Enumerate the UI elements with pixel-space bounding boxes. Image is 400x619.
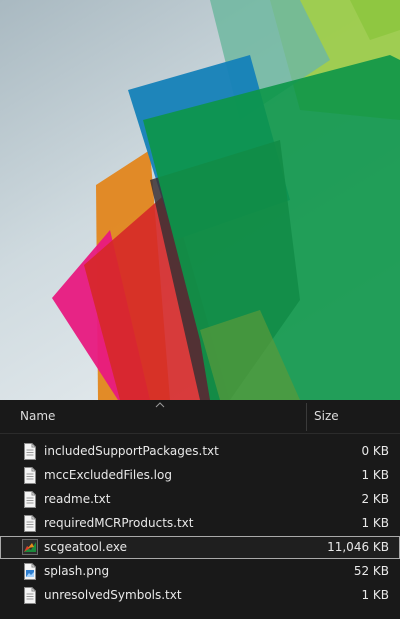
text-file-icon <box>24 515 36 532</box>
file-size: 2 KB <box>361 492 389 506</box>
file-size: 1 KB <box>361 516 389 530</box>
file-row[interactable]: mccExcludedFiles.log 1 KB <box>0 464 400 487</box>
file-size: 1 KB <box>361 588 389 602</box>
file-name: unresolvedSymbols.txt <box>44 588 182 602</box>
column-header-size[interactable]: Size <box>314 409 339 423</box>
file-size: 1 KB <box>361 468 389 482</box>
file-name: readme.txt <box>44 492 111 506</box>
file-row[interactable]: includedSupportPackages.txt 0 KB <box>0 440 400 463</box>
file-name: includedSupportPackages.txt <box>44 444 219 458</box>
text-file-icon <box>24 491 36 508</box>
file-row[interactable]: splash.png 52 KB <box>0 560 400 583</box>
file-row[interactable]: unresolvedSymbols.txt 1 KB <box>0 584 400 607</box>
column-divider[interactable] <box>306 403 307 431</box>
text-file-icon <box>24 443 36 460</box>
file-list: includedSupportPackages.txt 0 KB mccExcl… <box>0 440 400 608</box>
text-file-icon <box>24 467 36 484</box>
file-row[interactable]: requiredMCRProducts.txt 1 KB <box>0 512 400 535</box>
sort-ascending-icon[interactable] <box>155 401 165 409</box>
text-file-icon <box>24 587 36 604</box>
file-row[interactable]: readme.txt 2 KB <box>0 488 400 511</box>
file-size: 52 KB <box>353 564 389 578</box>
column-header: Name Size <box>0 400 400 434</box>
file-list-pane: Name Size includedSupportPackages.txt 0 … <box>0 400 400 619</box>
matlab-app-icon <box>22 539 38 555</box>
splash-image <box>0 0 400 400</box>
file-size: 11,046 KB <box>327 540 389 554</box>
file-name: splash.png <box>44 564 110 578</box>
file-size: 0 KB <box>361 444 389 458</box>
column-header-name[interactable]: Name <box>20 409 55 423</box>
file-name: scgeatool.exe <box>44 540 128 554</box>
image-file-icon <box>24 563 36 580</box>
file-name: requiredMCRProducts.txt <box>44 516 194 530</box>
file-name: mccExcludedFiles.log <box>44 468 172 482</box>
file-row-selected[interactable]: scgeatool.exe 11,046 KB <box>0 536 400 559</box>
